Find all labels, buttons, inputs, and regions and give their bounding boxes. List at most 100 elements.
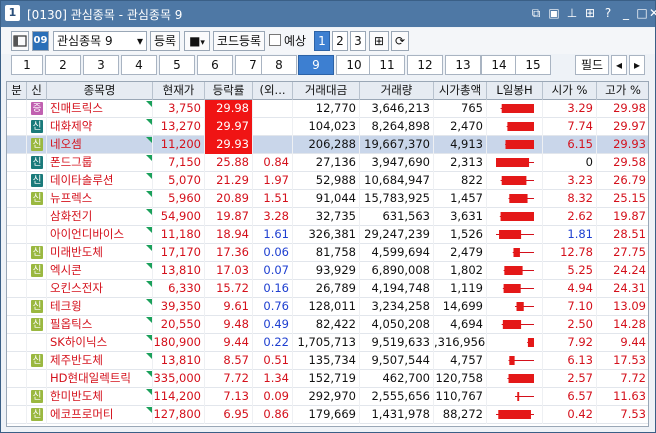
- col-header-change-rate[interactable]: 등락률: [205, 82, 253, 100]
- tab-5[interactable]: 5: [159, 55, 195, 75]
- table-row[interactable]: 아이언디바이스 11,180 18.94 1.61 326,381 29,247,239 1…: [7, 226, 648, 244]
- trade-amount: 128,011: [293, 298, 360, 316]
- stock-name[interactable]: 엑시콘: [47, 262, 153, 280]
- tab-15[interactable]: 15: [515, 55, 551, 75]
- page-button-1[interactable]: 1: [314, 31, 330, 51]
- table-row[interactable]: 신 미래반도체 17,170 17.36 0.06 81,758 4,599,694 2,47…: [7, 244, 648, 262]
- view-mode-button[interactable]: ■▾: [184, 31, 210, 51]
- refresh-icon[interactable]: ⟳: [391, 31, 409, 51]
- daily-candle: [487, 118, 543, 136]
- help-icon[interactable]: ?: [601, 6, 615, 20]
- col-header-trade-amount[interactable]: 거래대금: [293, 82, 360, 100]
- table-row[interactable]: 신 뉴프렉스 5,960 20.89 1.51 91,044 15,783,925 1,457…: [7, 190, 648, 208]
- close-icon[interactable]: ✕: [649, 6, 656, 20]
- table-row[interactable]: 신 대화제약 13,270 29.97 104,023 8,264,898 2,470 7.7…: [7, 118, 648, 136]
- table-row[interactable]: 증 진매트릭스 3,750 29.98 12,770 3,646,213 765 3.29 29…: [7, 100, 648, 118]
- table-row[interactable]: 신 한미반도체 114,200 7.13 0.09 292,970 2,555,656 110…: [7, 388, 648, 406]
- trade-volume: 8,264,898: [360, 118, 434, 136]
- maximize-icon[interactable]: □: [635, 6, 649, 20]
- tab-11[interactable]: 11: [369, 55, 405, 75]
- col-header-foreign[interactable]: (외...: [253, 82, 293, 100]
- market-cap: 2,470: [434, 118, 487, 136]
- table-row[interactable]: 신 엑시콘 13,810 17.03 0.07 93,929 6,890,008 1,802 5…: [7, 262, 648, 280]
- stock-name[interactable]: SK하이닉스: [47, 334, 153, 352]
- filter-button[interactable]: 필드: [575, 55, 609, 75]
- forecast-label: 예상: [284, 34, 307, 48]
- tab-13[interactable]: 13: [445, 55, 481, 75]
- news-flag-icon: [146, 227, 152, 233]
- table-row[interactable]: 신 필옵틱스 20,550 9.48 0.49 82,422 4,050,208 4,694 2…: [7, 316, 648, 334]
- table-row[interactable]: 오킨스전자 6,330 15.72 0.16 26,789 4,194,748 1,119 4…: [7, 280, 648, 298]
- tab-10[interactable]: 10: [336, 55, 372, 75]
- col-header-price[interactable]: 현재가: [153, 82, 205, 100]
- category-cell: [7, 136, 27, 154]
- tab-8[interactable]: 8: [261, 55, 297, 75]
- table-row[interactable]: 신 폰드그룹 7,150 25.88 0.84 27,136 3,947,690 2,313 0…: [7, 154, 648, 172]
- stock-name[interactable]: 폰드그룹: [47, 154, 153, 172]
- tab-14[interactable]: 14: [481, 55, 517, 75]
- table-row[interactable]: 삼화전기 54,900 19.87 3.28 32,735 631,563 3,631 2.6…: [7, 208, 648, 226]
- stock-name[interactable]: 필옵틱스: [47, 316, 153, 334]
- stock-name[interactable]: 진매트릭스: [47, 100, 153, 118]
- col-header-volume[interactable]: 거래량: [360, 82, 434, 100]
- register-button[interactable]: 등록: [150, 31, 180, 51]
- window-link-icon[interactable]: [11, 31, 29, 51]
- tab-9[interactable]: 9: [298, 55, 334, 75]
- pin-icon[interactable]: ⊥: [565, 6, 579, 20]
- tab-12[interactable]: 12: [407, 55, 443, 75]
- page-button-3[interactable]: 3: [350, 31, 366, 51]
- table-row[interactable]: 신 제주반도체 13,810 8.57 0.51 135,734 9,507,544 4,75…: [7, 352, 648, 370]
- candlestick-icon: [506, 374, 534, 383]
- col-header-daily-candle[interactable]: L일봉H: [487, 82, 543, 100]
- group-number-icon[interactable]: 09: [32, 31, 49, 51]
- tab-6[interactable]: 6: [197, 55, 233, 75]
- copy-icon[interactable]: ▣: [547, 6, 561, 20]
- high-pct: 26.79: [597, 172, 648, 190]
- tab-1[interactable]: 1: [11, 55, 43, 75]
- stock-name[interactable]: 데이타솔루션: [47, 172, 153, 190]
- tab-4[interactable]: 4: [121, 55, 157, 75]
- col-header-credit[interactable]: 신: [27, 82, 47, 100]
- credit-cell: [27, 370, 47, 388]
- link-icon[interactable]: ⧉: [529, 6, 543, 20]
- stock-name[interactable]: 네오셈: [47, 136, 153, 154]
- grid-icon[interactable]: ⊞: [583, 6, 597, 20]
- stock-name[interactable]: 아이언디바이스: [47, 226, 153, 244]
- stock-name[interactable]: 제주반도체: [47, 352, 153, 370]
- tab-next-arrow-icon[interactable]: ▸: [629, 55, 645, 75]
- stock-name[interactable]: 뉴프렉스: [47, 190, 153, 208]
- table-row[interactable]: HD현대일렉트릭 335,000 7.72 1.34 152,719 462,700 120…: [7, 370, 648, 388]
- stock-name[interactable]: HD현대일렉트릭: [47, 370, 153, 388]
- tab-prev-arrow-icon[interactable]: ◂: [611, 55, 627, 75]
- col-header-category[interactable]: 분: [7, 82, 27, 100]
- stock-name[interactable]: 테크윙: [47, 298, 153, 316]
- table-row[interactable]: 신 테크윙 39,350 9.61 0.76 128,011 3,234,258 14,699…: [7, 298, 648, 316]
- stock-name[interactable]: 에코프로머티: [47, 406, 153, 424]
- stock-name[interactable]: 대화제약: [47, 118, 153, 136]
- group-select[interactable]: 관심종목 9 ▾: [53, 31, 147, 51]
- forecast-checkbox[interactable]: [269, 34, 281, 46]
- stock-name[interactable]: 미래반도체: [47, 244, 153, 262]
- table-row[interactable]: 신 네오셈 11,200 29.93 206,288 19,667,370 4,913 6.1…: [7, 136, 648, 154]
- news-flag-icon: [146, 353, 152, 359]
- page-button-2[interactable]: 2: [332, 31, 348, 51]
- stock-name[interactable]: 한미반도체: [47, 388, 153, 406]
- code-register-button[interactable]: 코드등록: [213, 31, 265, 51]
- stock-name[interactable]: 오킨스전자: [47, 280, 153, 298]
- credit-badge: 신: [31, 408, 43, 421]
- table-header: 분 신 종목명 현재가 등락률 (외... 거래대금 거래량 시가총액 L일봉H…: [7, 82, 648, 100]
- col-header-market-cap[interactable]: 시가총액: [434, 82, 487, 100]
- table-row[interactable]: SK하이닉스 180,900 9.44 0.22 1,705,713 9,519,633,…: [7, 334, 648, 352]
- tab-2[interactable]: 2: [45, 55, 81, 75]
- export-icon[interactable]: ⊞: [369, 31, 389, 51]
- foreign-ratio: 0.86: [253, 406, 293, 424]
- foreign-ratio: 0.22: [253, 334, 293, 352]
- table-row[interactable]: 신 에코프로머티 127,800 6.95 0.86 179,669 1,431,978 88…: [7, 406, 648, 424]
- stock-name[interactable]: 삼화전기: [47, 208, 153, 226]
- col-header-open-pct[interactable]: 시가 %: [543, 82, 597, 100]
- table-row[interactable]: 신 데이타솔루션 5,070 21.29 1.97 52,988 10,684,947 822…: [7, 172, 648, 190]
- col-header-name[interactable]: 종목명: [47, 82, 153, 100]
- tab-3[interactable]: 3: [83, 55, 119, 75]
- minimize-icon[interactable]: _: [619, 6, 633, 20]
- col-header-high-pct[interactable]: 고가 %: [597, 82, 648, 100]
